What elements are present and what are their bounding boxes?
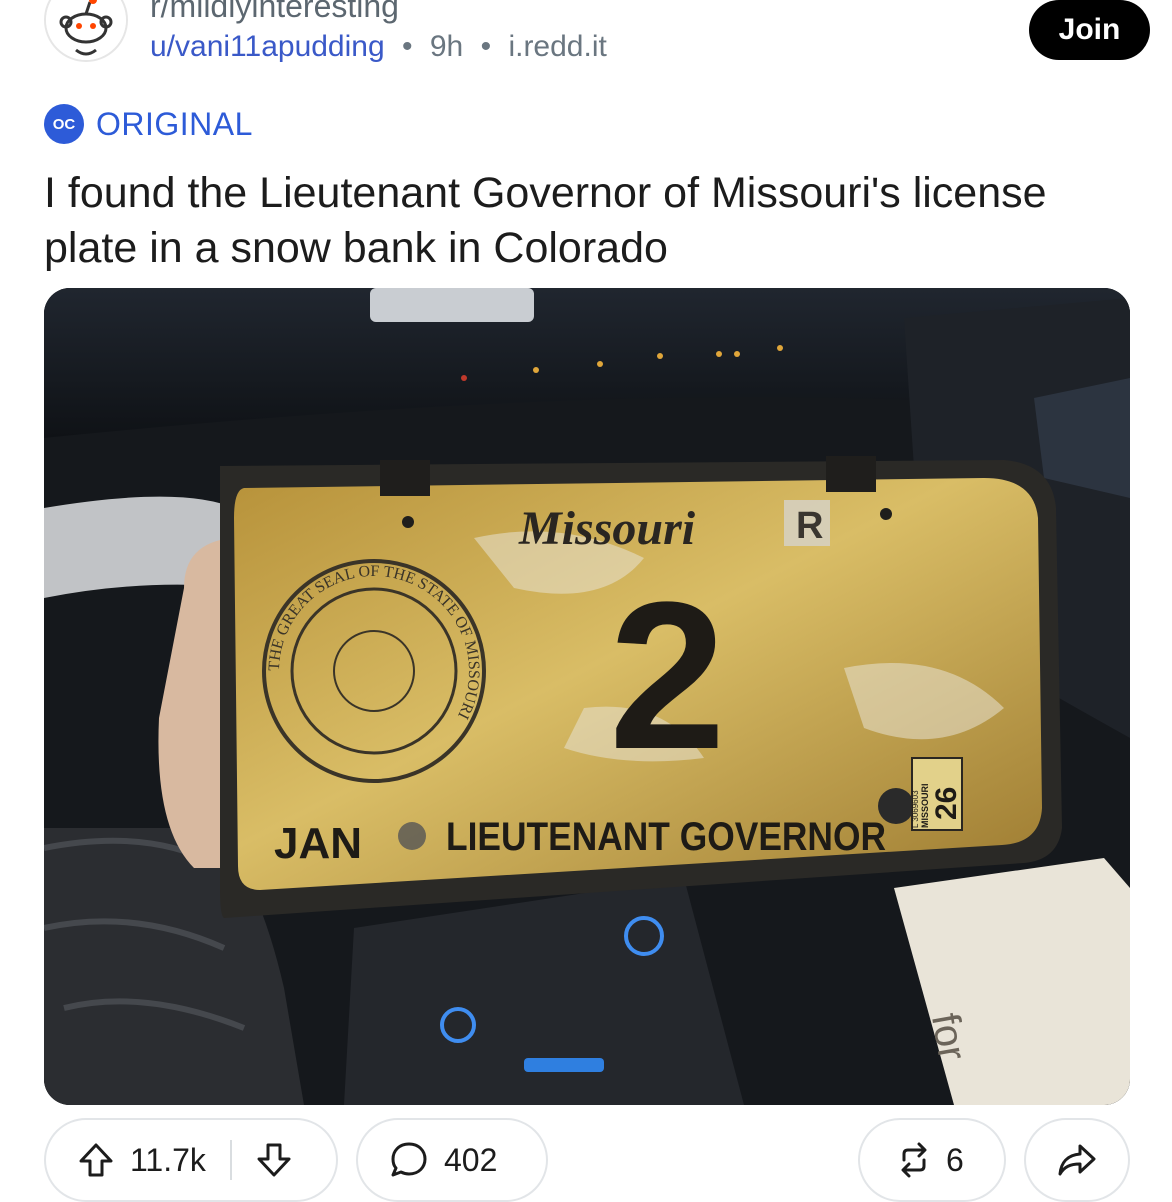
post-title[interactable]: I found the Lieutenant Governor of Misso… — [44, 166, 1104, 276]
author-link[interactable]: u/vani11apudding — [150, 30, 385, 63]
sticker-state: MISSOURI — [920, 783, 930, 828]
plate-month: JAN — [274, 819, 362, 868]
meta-separator: • — [402, 30, 413, 63]
plate-number: 2 — [609, 558, 726, 793]
plate-caption: LIEUTENANT GOVERNOR — [446, 815, 886, 859]
upvote-arrow-icon[interactable] — [76, 1140, 116, 1180]
post-meta: u/vani11apudding • 9h • i.redd.it — [150, 30, 607, 64]
reddit-snoo-icon — [46, 0, 126, 60]
share-button[interactable] — [1024, 1118, 1130, 1202]
post-domain[interactable]: i.redd.it — [508, 30, 606, 63]
license-plate-photo: for Missouri R THE GREAT SEAL OF THE STA… — [44, 288, 1130, 1105]
share-icon — [1056, 1139, 1098, 1181]
downvote-arrow-icon[interactable] — [254, 1140, 294, 1180]
post-image[interactable]: for Missouri R THE GREAT SEAL OF THE STA… — [44, 288, 1130, 1105]
upvote-count: 11.7k — [130, 1141, 206, 1178]
plate-letter: R — [796, 505, 823, 547]
post-flair[interactable]: OC ORIGINAL — [44, 104, 253, 144]
sticker-year: 26 — [930, 787, 963, 820]
oc-badge-icon: OC — [44, 104, 84, 144]
subreddit-name[interactable]: r/mildlyinteresting — [150, 0, 399, 25]
comment-count: 402 — [444, 1141, 498, 1178]
vote-divider — [229, 1140, 232, 1180]
plate-state: Missouri — [518, 502, 696, 555]
crosspost-count: 6 — [946, 1141, 964, 1178]
comment-bubble-icon — [388, 1139, 430, 1181]
post-age: 9h — [429, 30, 464, 63]
flair-label: ORIGINAL — [96, 105, 253, 142]
comment-button[interactable]: 402 — [356, 1118, 548, 1202]
crosspost-button[interactable]: 6 — [858, 1118, 1006, 1202]
vote-bar: 11.7k — [44, 1118, 338, 1202]
mirror — [370, 288, 534, 322]
subreddit-avatar[interactable] — [44, 0, 128, 62]
bag-text: for — [923, 1010, 974, 1064]
join-button[interactable]: Join — [1029, 0, 1150, 60]
meta-separator: • — [480, 30, 492, 63]
crosspost-icon — [894, 1140, 934, 1180]
sticker-serial: L 3069603 — [911, 790, 920, 828]
